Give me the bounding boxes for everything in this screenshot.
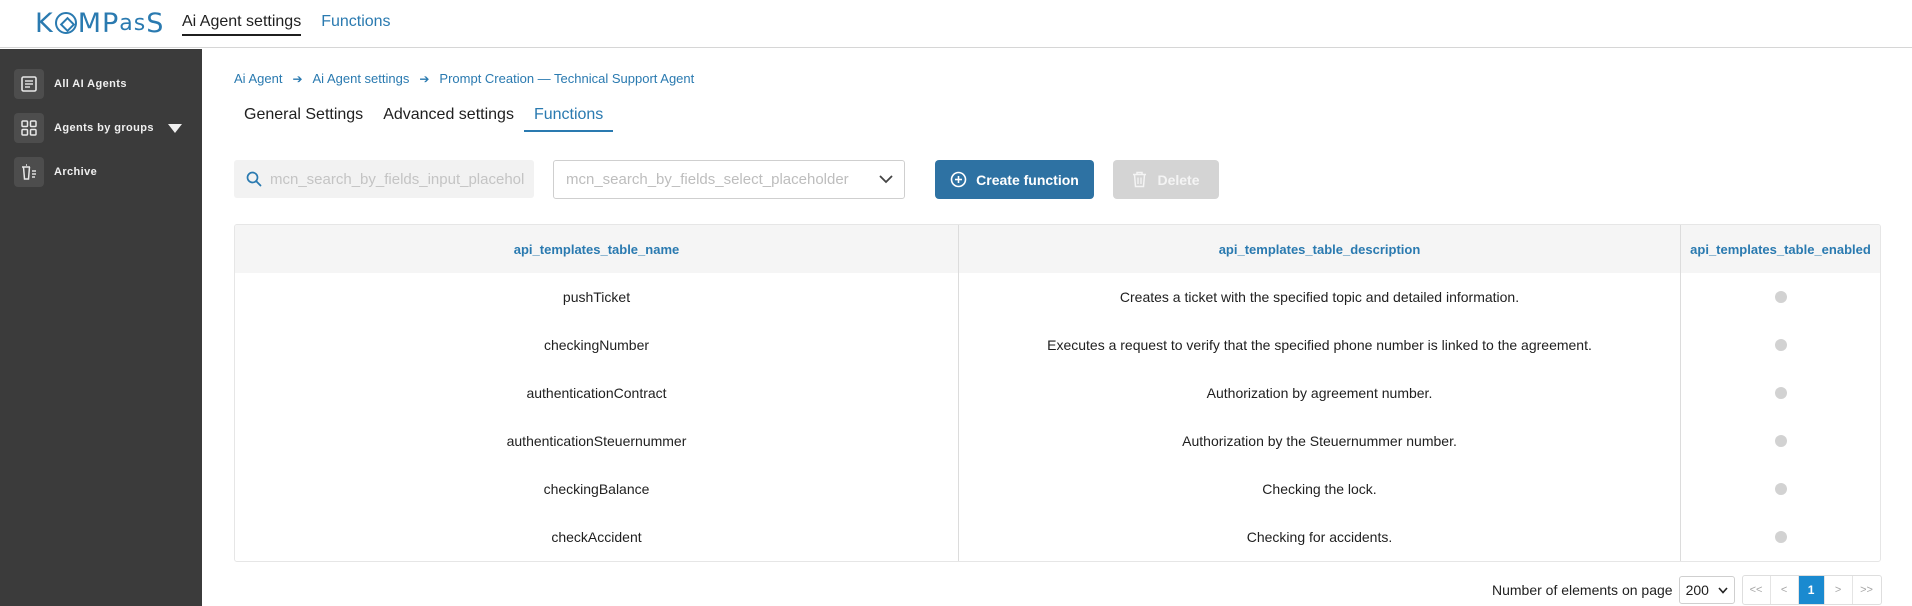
grid-icon xyxy=(14,113,44,143)
arrow-right-icon: ➔ xyxy=(292,71,303,86)
nav-ai-agent-settings[interactable]: Ai Agent settings xyxy=(182,13,302,36)
last-page-button[interactable]: >> xyxy=(1853,576,1881,604)
column-header-enabled[interactable]: api_templates_table_enabled xyxy=(1680,225,1880,273)
column-header-description[interactable]: api_templates_table_description xyxy=(958,225,1680,273)
arrow-right-icon: ➔ xyxy=(419,71,430,86)
table-header: api_templates_table_name api_templates_t… xyxy=(235,225,1880,273)
select-placeholder: mcn_search_by_fields_select_placeholder xyxy=(566,171,849,188)
cell-enabled xyxy=(1680,465,1880,513)
page-size-value: 200 xyxy=(1685,582,1709,598)
cell-enabled xyxy=(1680,369,1880,417)
table-row[interactable]: pushTicket Creates a ticket with the spe… xyxy=(235,273,1880,321)
table-row[interactable]: authenticationSteuernummer Authorization… xyxy=(235,417,1880,465)
page-size-label: Number of elements on page xyxy=(1492,582,1673,598)
table-row[interactable]: checkingBalance Checking the lock. xyxy=(235,465,1880,513)
chevron-down-icon xyxy=(1717,586,1728,594)
table-row[interactable]: checkAccident Checking for accidents. xyxy=(235,513,1880,561)
nav-functions[interactable]: Functions xyxy=(321,13,390,36)
top-bar: K MP as S Ai Agent settings Functions xyxy=(0,0,1912,48)
cell-name: checkAccident xyxy=(551,529,642,545)
functions-table: api_templates_table_name api_templates_t… xyxy=(234,224,1881,562)
tab-general-settings[interactable]: General Settings xyxy=(234,104,373,132)
cell-description: Checking the lock. xyxy=(958,465,1680,513)
cell-enabled xyxy=(1680,321,1880,369)
sidebar-item-all-ai-agents[interactable]: All AI Agents xyxy=(14,69,127,99)
search-input[interactable] xyxy=(270,170,525,188)
cell-description: Executes a request to verify that the sp… xyxy=(958,321,1680,369)
cell-description: Creates a ticket with the specified topi… xyxy=(958,273,1680,321)
status-dot[interactable] xyxy=(1774,531,1787,543)
trash-icon xyxy=(1132,171,1147,188)
cell-name: checkingBalance xyxy=(543,481,650,497)
cell-name: authenticationContract xyxy=(526,385,667,401)
table-row[interactable]: checkingNumber Executes a request to ver… xyxy=(235,321,1880,369)
caret-down-icon[interactable] xyxy=(167,123,182,133)
status-dot[interactable] xyxy=(1774,435,1787,447)
cell-enabled xyxy=(1680,417,1880,465)
cell-description: Checking for accidents. xyxy=(958,513,1680,561)
cell-description: Authorization by agreement number. xyxy=(958,369,1680,417)
table-row[interactable]: authenticationContract Authorization by … xyxy=(235,369,1880,417)
field-select[interactable]: mcn_search_by_fields_select_placeholder xyxy=(553,160,905,199)
cell-name: pushTicket xyxy=(562,289,631,305)
page-buttons: << < 1 > >> xyxy=(1741,575,1882,605)
sidebar-item-archive[interactable]: Archive xyxy=(14,157,97,187)
cell-enabled xyxy=(1680,513,1880,561)
status-dot[interactable] xyxy=(1774,291,1787,303)
prev-page-button[interactable]: < xyxy=(1771,576,1799,604)
search-box xyxy=(234,160,534,198)
chevron-down-icon xyxy=(868,175,904,184)
tab-functions[interactable]: Functions xyxy=(523,104,614,132)
archive-icon xyxy=(14,157,44,187)
status-dot[interactable] xyxy=(1774,387,1787,399)
current-page-button[interactable]: 1 xyxy=(1798,576,1825,604)
delete-label: Delete xyxy=(1157,171,1200,188)
plus-circle-icon xyxy=(950,171,967,188)
breadcrumb-current[interactable]: Prompt Creation — Technical Support Agen… xyxy=(439,71,694,86)
tabs: General Settings Advanced settings Funct… xyxy=(234,104,614,132)
cell-name: checkingNumber xyxy=(543,337,650,353)
pagination: Number of elements on page 200 << < 1 > … xyxy=(1492,575,1882,605)
list-icon xyxy=(14,69,44,99)
search-icon xyxy=(246,171,262,187)
sidebar-item-label: Archive xyxy=(54,166,98,178)
status-dot[interactable] xyxy=(1774,483,1787,495)
sidebar-item-agents-by-groups[interactable]: Agents by groups xyxy=(14,113,182,143)
column-header-name[interactable]: api_templates_table_name xyxy=(235,225,958,273)
delete-button[interactable]: Delete xyxy=(1113,160,1219,199)
page-size-select[interactable]: 200 xyxy=(1678,576,1735,604)
create-function-button[interactable]: Create function xyxy=(935,160,1094,199)
first-page-button[interactable]: << xyxy=(1743,576,1771,604)
breadcrumb: Ai Agent ➔ Ai Agent settings ➔ Prompt Cr… xyxy=(234,71,694,86)
sidebar: All AI Agents Agents by groups Archive xyxy=(0,49,202,606)
create-function-label: Create function xyxy=(976,171,1079,188)
top-nav: Ai Agent settings Functions xyxy=(182,13,391,36)
sidebar-item-label: All AI Agents xyxy=(54,78,127,90)
cell-name: authenticationSteuernummer xyxy=(506,433,687,449)
status-dot[interactable] xyxy=(1774,339,1787,351)
kompas-logo[interactable]: K MP as S xyxy=(35,8,164,39)
compass-icon xyxy=(54,12,77,34)
cell-enabled xyxy=(1680,273,1880,321)
breadcrumb-ai-agent-settings[interactable]: Ai Agent settings xyxy=(313,71,410,86)
cell-description: Authorization by the Steuernummer number… xyxy=(958,417,1680,465)
tab-advanced-settings[interactable]: Advanced settings xyxy=(373,104,524,132)
sidebar-item-label: Agents by groups xyxy=(54,122,154,134)
breadcrumb-ai-agent[interactable]: Ai Agent xyxy=(234,71,282,86)
next-page-button[interactable]: > xyxy=(1825,576,1853,604)
